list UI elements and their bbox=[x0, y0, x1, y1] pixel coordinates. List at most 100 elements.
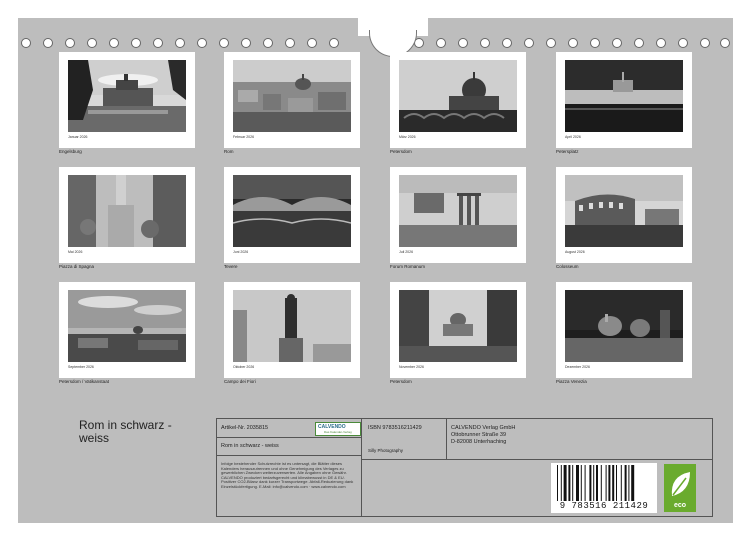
binding-hole bbox=[87, 38, 97, 48]
binding-hole bbox=[568, 38, 578, 48]
month-card-4: April 2026 bbox=[556, 52, 692, 148]
barcode-bar bbox=[589, 465, 592, 501]
caption-6: Tevere bbox=[224, 264, 238, 269]
binding-hole bbox=[720, 38, 730, 48]
barcode-bar bbox=[593, 465, 595, 501]
barcode-bar bbox=[580, 465, 582, 501]
barcode-bar bbox=[600, 465, 602, 501]
month-label: September 2026 bbox=[68, 365, 94, 369]
month-card-2: Februar 2026 bbox=[224, 52, 360, 148]
calendar-title-small: Rom in schwarz - weiss bbox=[221, 443, 279, 449]
photo-colosseum bbox=[565, 175, 683, 247]
binding-hole bbox=[197, 38, 207, 48]
info-box: Artikel-Nr. 2035815 CALVENDO Das Kalende… bbox=[216, 418, 713, 517]
binding-hole bbox=[307, 38, 317, 48]
binding-hole bbox=[590, 38, 600, 48]
binding-hole bbox=[21, 38, 31, 48]
barcode-bar bbox=[576, 465, 579, 501]
month-label: Mai 2026 bbox=[68, 250, 83, 254]
barcode-bar bbox=[560, 465, 562, 501]
binding-hole bbox=[502, 38, 512, 48]
barcode-bar bbox=[568, 465, 571, 501]
calendar-back-cover: Januar 2026 Engelsburg Februar 2026 Rom bbox=[18, 18, 733, 523]
caption-12: Piazza Venezia bbox=[556, 379, 587, 384]
caption-1: Engelsburg bbox=[59, 149, 82, 154]
binding-hole bbox=[458, 38, 468, 48]
binding-hole bbox=[524, 38, 534, 48]
caption-10: Campo dei Fiori bbox=[224, 379, 256, 384]
divider bbox=[217, 455, 361, 456]
divider bbox=[217, 437, 361, 438]
month-card-6: Juni 2026 bbox=[224, 167, 360, 263]
binding-hole bbox=[612, 38, 622, 48]
barcode-bar bbox=[557, 465, 558, 501]
photo-petersdom-2 bbox=[399, 290, 517, 362]
barcode-bar bbox=[572, 465, 574, 501]
photo-rom bbox=[233, 60, 351, 132]
calendar-title: Rom in schwarz - weiss bbox=[79, 418, 172, 445]
month-label: November 2026 bbox=[399, 365, 424, 369]
author: Silly Photography bbox=[368, 448, 404, 453]
caption-8: Colosseum bbox=[556, 264, 579, 269]
barcode-bar bbox=[608, 465, 611, 501]
barcode-bar bbox=[631, 465, 635, 501]
calvendo-logo: CALVENDO Das Kalender-Verlag bbox=[315, 422, 361, 436]
month-card-10: Oktober 2026 bbox=[224, 282, 360, 378]
barcode-bar bbox=[620, 465, 622, 501]
binding-hole bbox=[109, 38, 119, 48]
binding-hole bbox=[700, 38, 710, 48]
divider bbox=[446, 419, 447, 459]
photo-petersdom bbox=[399, 60, 517, 132]
article-number: Artikel-Nr. 2035815 bbox=[221, 425, 269, 431]
binding-hole bbox=[153, 38, 163, 48]
publisher: CALVENDO Verlag GmbH bbox=[451, 425, 516, 431]
binding-hole bbox=[678, 38, 688, 48]
month-label: Juli 2026 bbox=[399, 250, 414, 254]
month-card-3: März 2026 bbox=[390, 52, 526, 148]
month-card-7: Juli 2026 bbox=[390, 167, 526, 263]
binding-hole bbox=[175, 38, 185, 48]
publisher-city: D-82008 Unterhaching bbox=[451, 439, 507, 445]
caption-11: Petersdom bbox=[390, 379, 412, 384]
barcode-bar bbox=[605, 465, 607, 501]
binding-hole bbox=[329, 38, 339, 48]
binding-hole bbox=[546, 38, 556, 48]
month-label: Januar 2026 bbox=[68, 135, 88, 139]
binding-hole bbox=[241, 38, 251, 48]
barcode-bar bbox=[563, 465, 567, 501]
photo-forum-romanum bbox=[399, 175, 517, 247]
photo-campo-dei-fiori bbox=[233, 290, 351, 362]
month-card-12: Dezember 2026 bbox=[556, 282, 692, 378]
caption-5: Piazza di Spagna bbox=[59, 264, 95, 269]
month-label: April 2026 bbox=[565, 135, 581, 139]
barcode: 9 783516 211429 bbox=[551, 463, 657, 513]
month-card-5: Mai 2026 bbox=[59, 167, 195, 263]
binding-hole bbox=[285, 38, 295, 48]
barcode-digits: 9 783516 211429 bbox=[559, 501, 649, 511]
caption-4: Petersplatz bbox=[556, 149, 579, 154]
binding-hole bbox=[656, 38, 666, 48]
eco-badge: eco bbox=[664, 464, 696, 512]
binding-hole bbox=[43, 38, 53, 48]
logo-subtext: Das Kalender-Verlag bbox=[324, 430, 352, 434]
photo-engelsburg bbox=[68, 60, 186, 132]
month-card-1: Januar 2026 bbox=[59, 52, 195, 148]
photo-petersdom-vatikanstaat bbox=[68, 290, 186, 362]
month-card-9: September 2026 bbox=[59, 282, 195, 378]
binding-hole bbox=[436, 38, 446, 48]
month-card-8: August 2026 bbox=[556, 167, 692, 263]
publisher-street: Ottobrunner Straße 39 bbox=[451, 432, 507, 438]
binding-hole bbox=[219, 38, 229, 48]
caption-9: Petersdom / Vatikanstaat bbox=[59, 379, 109, 384]
photo-piazza-venezia bbox=[565, 290, 683, 362]
caption-7: Forum Romanum bbox=[390, 264, 426, 269]
binding-hole bbox=[634, 38, 644, 48]
caption-2: Rom bbox=[224, 149, 234, 154]
photo-piazza-di-spagna bbox=[68, 175, 186, 247]
legal-disclaimer: Infolge bestehender Schutzrechte ist es … bbox=[221, 461, 354, 489]
month-label: August 2026 bbox=[565, 250, 585, 254]
barcode-bar bbox=[596, 465, 598, 501]
caption-3: Petersdom bbox=[390, 149, 412, 154]
barcode-bar bbox=[616, 465, 617, 501]
divider bbox=[361, 419, 362, 516]
